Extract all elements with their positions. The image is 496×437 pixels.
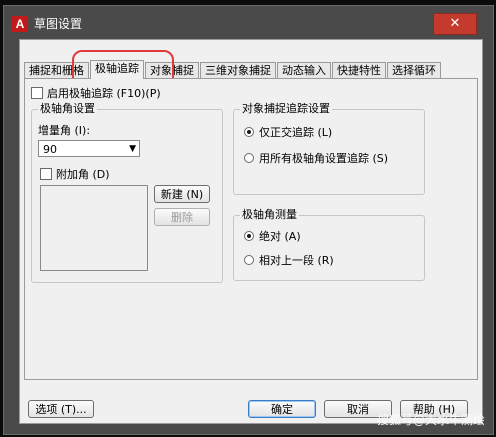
- polar-tracking-panel: 启用极轴追踪 (F10)(P) 极轴角设置 增量角 (I): 90 ▼ 附加角 …: [24, 78, 478, 380]
- ok-button[interactable]: 确定: [248, 400, 316, 418]
- orthogonal-only-row[interactable]: 仅正交追踪 (L): [244, 124, 332, 140]
- increment-angle-value: 90: [43, 143, 57, 156]
- object-snap-tracking-title: 对象捕捉追踪设置: [240, 102, 332, 116]
- title-bar: A 草图设置 ✕: [4, 6, 493, 40]
- new-angle-button[interactable]: 新建 (N): [154, 185, 210, 203]
- drafting-settings-dialog: 捕捉和栅格 极轴追踪 对象捕捉 三维对象捕捉 动态输入 快捷特性 选择循环 启用…: [19, 39, 483, 424]
- window-title: 草图设置: [34, 17, 83, 31]
- enable-polar-label: 启用极轴追踪 (F10)(P): [47, 87, 161, 100]
- absolute-row[interactable]: 绝对 (A): [244, 228, 301, 244]
- increment-angle-select[interactable]: 90 ▼: [38, 140, 140, 157]
- increment-angle-label: 增量角 (I):: [38, 124, 91, 137]
- object-snap-tracking-group: 对象捕捉追踪设置 仅正交追踪 (L) 用所有极轴角设置追踪 (S): [233, 102, 425, 195]
- additional-angle-row[interactable]: 附加角 (D): [40, 166, 110, 182]
- polar-measurement-group: 极轴角测量 绝对 (A) 相对上一段 (R): [233, 208, 425, 281]
- relative-row[interactable]: 相对上一段 (R): [244, 252, 334, 268]
- all-polar-label: 用所有极轴角设置追踪 (S): [259, 152, 389, 165]
- options-button[interactable]: 选项 (T)...: [28, 400, 94, 418]
- polar-angle-group-title: 极轴角设置: [38, 102, 97, 116]
- watermark-text: 搜狐号@大水牛测绘: [376, 413, 485, 427]
- relative-label: 相对上一段 (R): [259, 254, 334, 267]
- window-frame: A 草图设置 ✕ 捕捉和栅格 极轴追踪 对象捕捉 三维对象捕捉 动态输入 快捷特…: [3, 5, 494, 435]
- orthogonal-only-radio[interactable]: [244, 127, 254, 137]
- relative-radio[interactable]: [244, 255, 254, 265]
- enable-polar-checkbox[interactable]: [31, 87, 43, 99]
- dropdown-arrow-icon: ▼: [129, 144, 136, 154]
- absolute-label: 绝对 (A): [259, 230, 301, 243]
- tab-quick-properties[interactable]: 快捷特性: [332, 62, 386, 79]
- tab-3d-object-snap[interactable]: 三维对象捕捉: [200, 62, 276, 79]
- close-button[interactable]: ✕: [433, 13, 477, 35]
- all-polar-row[interactable]: 用所有极轴角设置追踪 (S): [244, 150, 388, 166]
- polar-angle-group: 极轴角设置 增量角 (I): 90 ▼ 附加角 (D) 新建 (N) 删除: [31, 102, 223, 283]
- tab-selection-cycling[interactable]: 选择循环: [387, 62, 441, 79]
- tab-dynamic-input[interactable]: 动态输入: [277, 62, 331, 79]
- autocad-icon: A: [12, 16, 28, 32]
- delete-angle-button[interactable]: 删除: [154, 208, 210, 226]
- absolute-radio[interactable]: [244, 231, 254, 241]
- enable-polar-row[interactable]: 启用极轴追踪 (F10)(P): [31, 85, 161, 101]
- additional-angle-list[interactable]: [40, 185, 148, 271]
- additional-angle-checkbox[interactable]: [40, 168, 52, 180]
- orthogonal-only-label: 仅正交追踪 (L): [259, 126, 333, 139]
- additional-angle-label: 附加角 (D): [56, 168, 110, 181]
- tab-polar-tracking[interactable]: 极轴追踪: [90, 60, 144, 79]
- all-polar-radio[interactable]: [244, 153, 254, 163]
- polar-measurement-title: 极轴角测量: [240, 208, 299, 222]
